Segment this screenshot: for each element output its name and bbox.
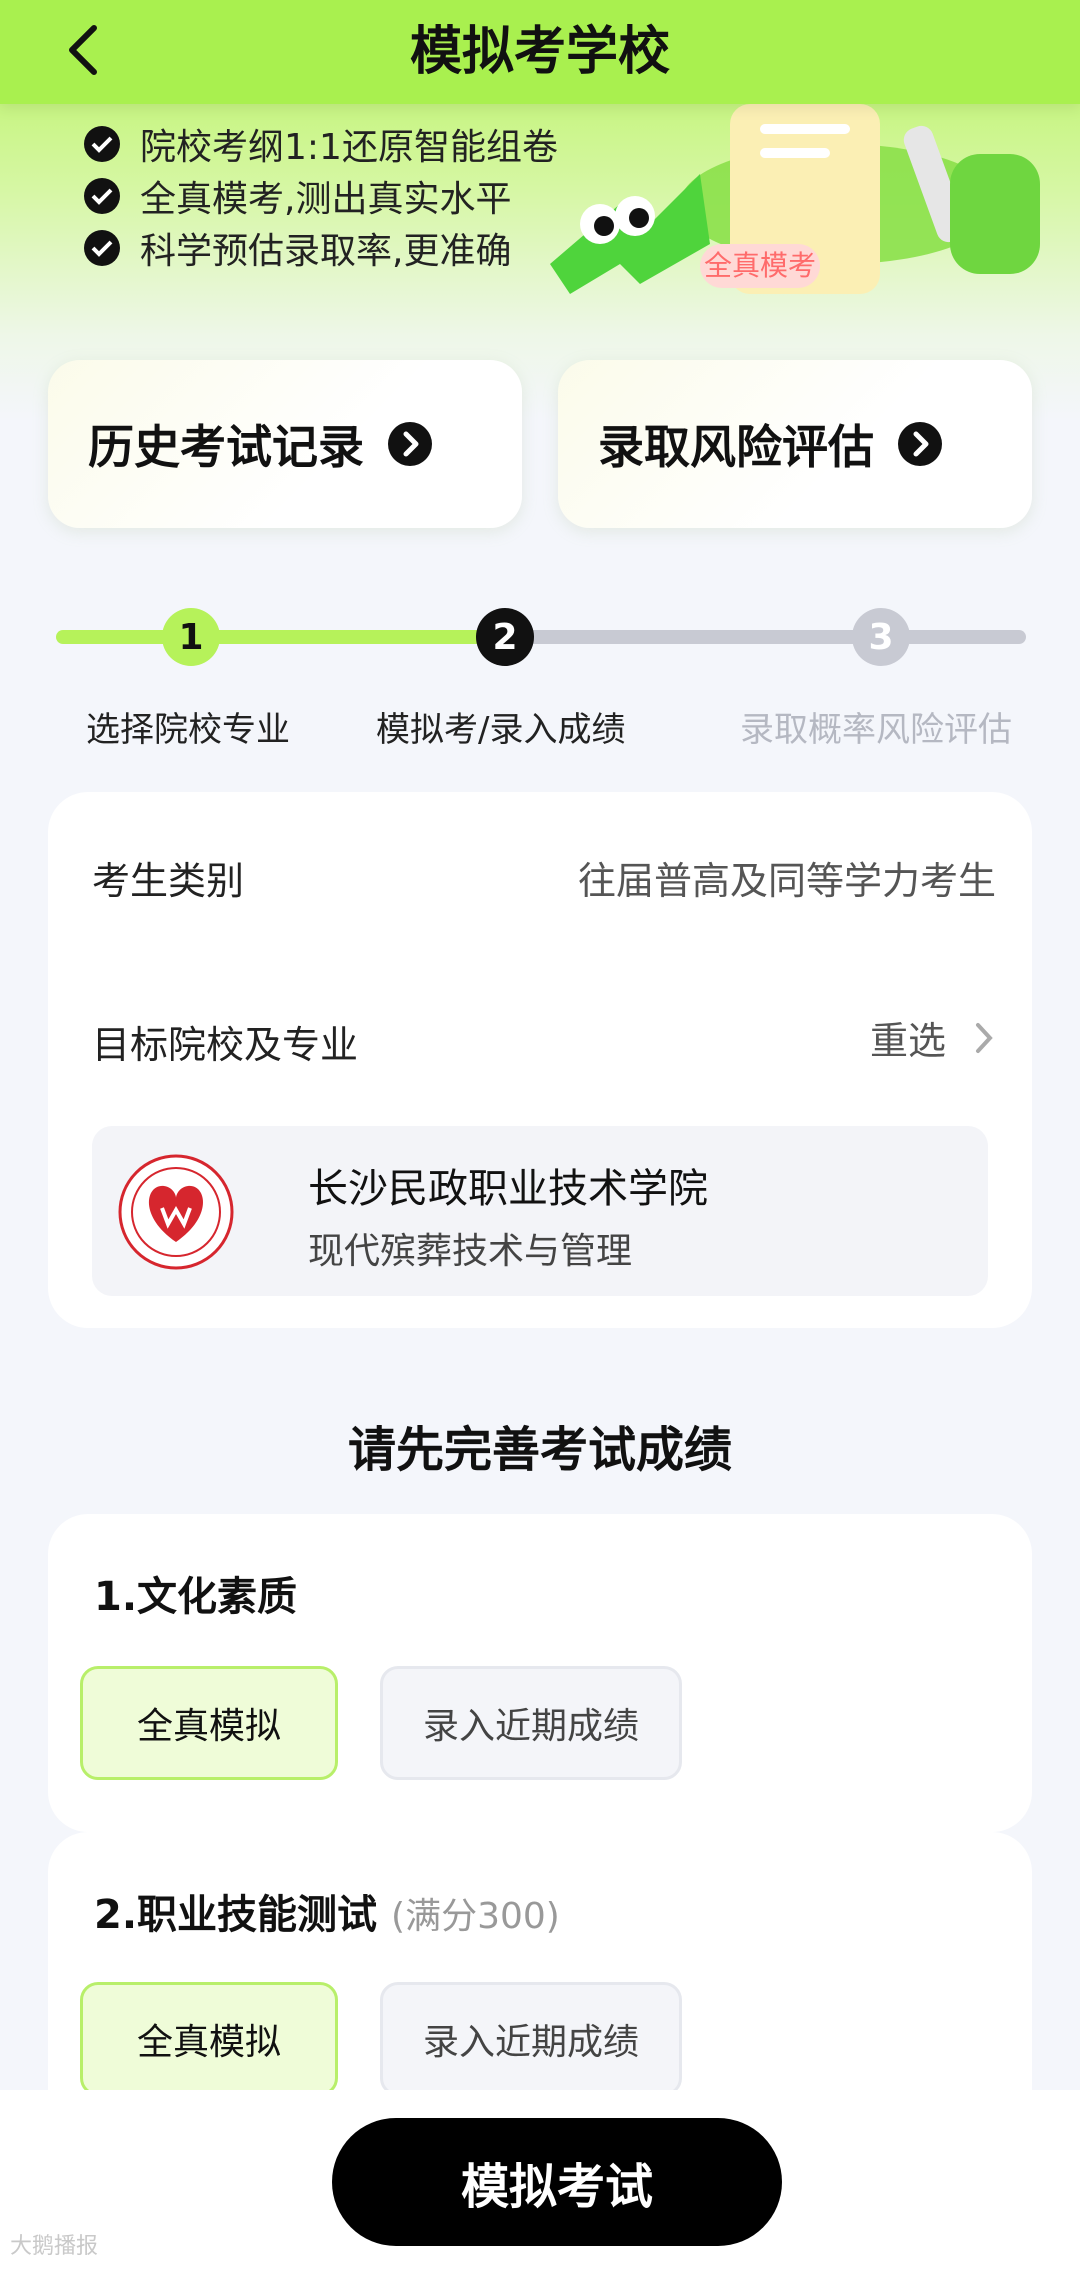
bottom-bar: 模拟考试 <box>0 2090 1080 2270</box>
school-major: 现代殡葬技术与管理 <box>308 1231 633 1272</box>
score-card-culture: 1.文化素质 全真模拟 录入近期成绩 <box>48 1514 1032 1832</box>
score-title: 1.文化素质 <box>94 1564 297 1622</box>
feature-item: 院校考纲1:1还原智能组卷 <box>84 118 558 170</box>
arrow-right-circle-icon <box>388 422 432 466</box>
stepper-track-pending <box>504 630 1026 644</box>
watermark: 大鹅播报 <box>10 2234 99 2259</box>
school-item[interactable]: 长沙民政职业技术学院 现代殡葬技术与管理 <box>92 1126 988 1296</box>
chevron-right-icon <box>976 1022 993 1053</box>
check-circle-icon <box>84 126 120 162</box>
full-mock-button[interactable]: 全真模拟 <box>80 1982 338 2096</box>
history-records-label: 历史考试记录 <box>88 420 364 474</box>
stepper-track-done <box>56 630 504 644</box>
risk-assessment-button[interactable]: 录取风险评估 <box>558 360 1032 528</box>
banner-tag: 全真模考 <box>704 249 816 282</box>
score-title: 2.职业技能测试 (满分300) <box>94 1882 560 1940</box>
score-title-text: 2.职业技能测试 <box>94 1892 378 1938</box>
risk-assessment-label: 录取风险评估 <box>598 420 874 474</box>
feature-item: 全真模考,测出真实水平 <box>84 170 558 222</box>
history-records-button[interactable]: 历史考试记录 <box>48 360 522 528</box>
enter-score-button[interactable]: 录入近期成绩 <box>380 1982 682 2096</box>
score-title-text: 1.文化素质 <box>94 1574 298 1620</box>
step-3-label: 录取概率风险评估 <box>740 710 1012 750</box>
check-circle-icon <box>84 230 120 266</box>
arrow-right-circle-icon <box>898 422 942 466</box>
step-1-dot: 1 <box>162 608 220 666</box>
target-label: 目标院校及专业 <box>92 1023 359 1067</box>
top-bar: 模拟考学校 <box>0 0 1080 104</box>
enter-score-button[interactable]: 录入近期成绩 <box>380 1666 682 1780</box>
feature-text: 全真模考,测出真实水平 <box>140 179 512 220</box>
category-value: 往届普高及同等学力考生 <box>577 859 996 903</box>
page-title: 模拟考学校 <box>409 22 670 82</box>
full-mock-button[interactable]: 全真模拟 <box>80 1666 338 1780</box>
feature-list: 院校考纲1:1还原智能组卷 全真模考,测出真实水平 科学预估录取率,更准确 <box>84 118 558 274</box>
candidate-info-card: 考生类别 往届普高及同等学力考生 目标院校及专业 重选 长沙民政职业技术学院 现… <box>48 792 1032 1328</box>
reselect-button[interactable]: 重选 <box>870 1010 996 1065</box>
step-3-dot: 3 <box>852 608 910 666</box>
check-circle-icon <box>84 178 120 214</box>
mock-exam-button[interactable]: 模拟考试 <box>332 2118 782 2246</box>
progress-stepper: 1 2 3 选择院校专业 模拟考/录入成绩 录取概率风险评估 <box>56 604 1026 750</box>
school-name: 长沙民政职业技术学院 <box>308 1166 708 1212</box>
step-2-label: 模拟考/录入成绩 <box>376 710 626 750</box>
feature-text: 院校考纲1:1还原智能组卷 <box>140 127 558 168</box>
step-2-dot: 2 <box>476 608 534 666</box>
school-logo <box>118 1154 234 1270</box>
banner-illustration: 全真模考 <box>550 104 1040 294</box>
feature-text: 科学预估录取率,更准确 <box>140 231 512 272</box>
score-card-skills: 2.职业技能测试 (满分300) 全真模拟 录入近期成绩 <box>48 1832 1032 2132</box>
feature-item: 科学预估录取率,更准确 <box>84 222 558 274</box>
score-note: (满分300) <box>391 1896 560 1937</box>
category-label: 考生类别 <box>92 859 245 903</box>
section-title: 请先完善考试成绩 <box>347 1422 732 1478</box>
step-1-label: 选择院校专业 <box>86 710 290 750</box>
reselect-label: 重选 <box>869 1019 946 1063</box>
